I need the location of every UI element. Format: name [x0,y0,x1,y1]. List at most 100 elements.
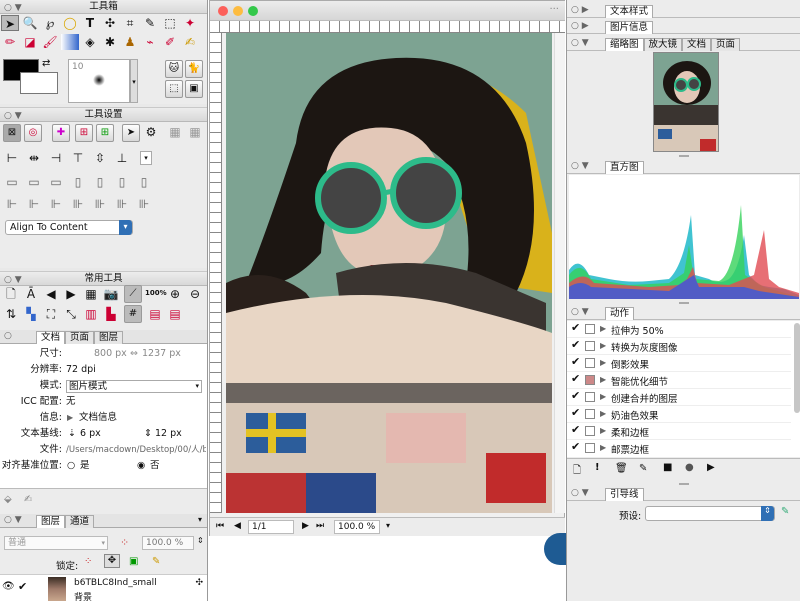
calendar-icon[interactable]: ▦ [82,286,100,302]
preset-select[interactable]: ⇕ [645,506,775,521]
tab-page[interactable]: 页面 [65,331,95,344]
action-check-icon[interactable]: ✔ [571,355,580,368]
guides-tab[interactable]: 引导线 [605,488,644,501]
zoom-100-label[interactable]: 100% [145,289,167,297]
forward-icon[interactable]: ▶ [62,286,80,302]
target-icon[interactable]: ◎ [24,124,42,142]
smudge-tool-icon[interactable]: ⌁ [141,34,159,50]
blend-select[interactable]: 普通 ▾ [4,536,108,550]
maximize-button[interactable] [248,6,258,16]
palette-1-icon[interactable]: ▤ [146,306,164,322]
action-item[interactable]: ✔ ▶ 拉伸为 50% [567,321,791,338]
zoom-in-icon[interactable]: ⊕ [166,286,184,302]
arrow-tool-icon[interactable]: ➤ [1,15,19,31]
align-menu-button[interactable]: ▾ [140,151,152,165]
action-dialog-toggle[interactable] [585,324,595,334]
vertical-scrollbar[interactable] [554,33,565,513]
tab-pages[interactable]: 页面 [711,38,741,51]
chart-icon[interactable]: ▚ [22,306,40,322]
tab-magnifier[interactable]: 放大镜 [643,38,683,51]
tab-thumbnail[interactable]: 缩略图 [605,38,644,51]
action-check-icon[interactable]: ✔ [571,372,580,385]
align-vcenter-icon[interactable]: ⇳ [91,150,109,166]
screen-mode-icon[interactable]: ▣ [185,80,203,98]
brush-tool-icon[interactable]: 🖌 [41,34,59,50]
minimize-button[interactable] [233,6,243,16]
new-doc-icon[interactable]: 🗋 [2,286,20,302]
align-right-icon[interactable]: ⊣ [47,150,65,166]
lock-transparency-icon[interactable]: ⁘ [84,556,92,567]
alert-icon[interactable]: ! [595,462,600,473]
lock-bounds-icon[interactable]: ▣ [129,556,138,567]
gradient-tool-icon[interactable] [61,34,79,50]
action-disclosure-icon[interactable]: ▶ [600,443,606,452]
radio-no[interactable]: ◉ [137,458,145,474]
align-left-icon[interactable]: ⊢ [3,150,21,166]
align-to-select[interactable]: Align To Content ▾ [5,220,133,235]
navigator-thumbnail[interactable] [653,52,719,152]
action-item[interactable]: ✔ ▶ 奶油色效果 [567,406,791,423]
lock-pencil-icon[interactable]: ✎ [152,556,160,567]
zoom-out-icon[interactable]: ⊖ [186,286,204,302]
crosshair-box-icon[interactable]: ⊠ [3,124,21,142]
histogram-tab[interactable]: 直方图 [605,161,644,174]
space-5-icon[interactable]: ⊪ [91,196,109,212]
page-field[interactable]: 1/1 [248,520,294,534]
actions-tab[interactable]: 动作 [605,307,635,320]
info-value[interactable]: 文档信息 [79,410,117,426]
palette-2-icon[interactable]: ▤ [166,306,184,322]
fit-icon[interactable]: ⛶ [42,306,60,322]
pencil-tool-icon[interactable]: ✏ [1,34,19,50]
last-page-icon[interactable]: ⏭ [316,521,324,531]
font-icon[interactable]: Ā [22,286,40,302]
text-style-tab[interactable]: 文本样式 [605,5,654,18]
opacity-stepper-icon[interactable]: ⇕ [197,536,204,545]
action-check-icon[interactable]: ✔ [571,440,580,453]
visibility-eye-icon[interactable]: 👁 [2,581,15,592]
shape-tool-icon[interactable]: ◯ [61,15,79,31]
distribute-5-icon[interactable]: ▯ [91,174,109,190]
first-page-icon[interactable]: ⏮ [216,521,224,531]
info-disclosure-icon[interactable]: ▶ [67,410,73,426]
action-disclosure-icon[interactable]: ▶ [600,341,606,350]
space-3-icon[interactable]: ⊩ [47,196,65,212]
action-dialog-toggle[interactable] [585,409,595,419]
action-item[interactable]: ✔ ▶ 创建合并的图层 [567,389,791,406]
action-disclosure-icon[interactable]: ▶ [600,358,606,367]
trash-icon[interactable]: 🗑 [615,463,628,474]
space-1-icon[interactable]: ⊩ [3,196,21,212]
tab-layer[interactable]: 图层 [94,331,124,344]
stats-icon[interactable]: ▙ [102,306,120,322]
action-item[interactable]: ✔ ▶ 倒影效果 [567,355,791,372]
action-disclosure-icon[interactable]: ▶ [600,375,606,384]
swap-colors-icon[interactable]: ⇄ [42,58,50,69]
align-top-icon[interactable]: ⊤ [69,150,87,166]
quickmask-icon[interactable]: ⬚ [165,80,183,98]
action-dialog-toggle[interactable] [585,426,595,436]
action-disclosure-icon[interactable]: ▶ [600,426,606,435]
action-disclosure-icon[interactable]: ▶ [600,324,606,333]
action-item[interactable]: ✔ ▶ 智能优化细节 [567,372,791,389]
action-dialog-toggle[interactable] [585,375,595,385]
new-action-icon[interactable]: 🗋 [573,463,581,480]
scale-icon[interactable]: ⤡ [62,306,80,322]
space-4-icon[interactable]: ⊪ [69,196,87,212]
gear-icon[interactable]: ⚙ [142,124,160,140]
pointer-icon[interactable]: ➤ [122,124,140,142]
action-item[interactable]: ✔ ▶ 柔和边框 [567,423,791,440]
stop-icon[interactable]: ■ [663,462,672,473]
baseline-b-value[interactable]: 12 px [155,426,182,442]
preset-edit-icon[interactable]: ✎ [781,506,789,517]
image-info-tab[interactable]: 图片信息 [605,21,654,34]
swap-size-icon[interactable]: ⇔ [130,346,138,362]
action-check-icon[interactable]: ✔ [571,406,580,419]
record-icon[interactable]: ● [685,462,694,473]
distribute-6-icon[interactable]: ▯ [113,174,131,190]
action-check-icon[interactable]: ✔ [571,423,580,436]
image-canvas[interactable] [226,33,552,513]
flip-icon[interactable]: ⇅ [2,306,20,322]
distribute-4-icon[interactable]: ▯ [69,174,87,190]
grid-icon[interactable]: # [124,305,142,323]
layers-menu-icon[interactable]: ▾ [198,515,202,524]
camera-icon[interactable]: 📷 [102,286,120,302]
